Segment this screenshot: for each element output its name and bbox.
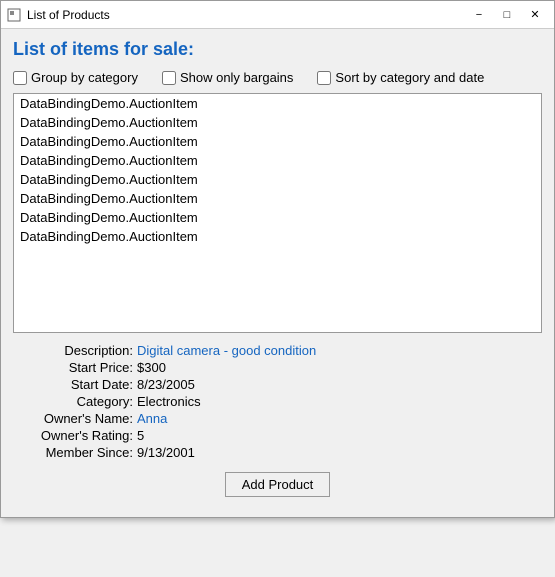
list-item[interactable]: DataBindingDemo.AuctionItem <box>14 94 541 113</box>
owner-name-label: Owner's Name: <box>23 411 133 426</box>
window-controls: − □ ✕ <box>466 5 548 25</box>
titlebar: List of Products − □ ✕ <box>1 1 554 29</box>
show-only-bargains-item[interactable]: Show only bargains <box>162 70 293 85</box>
owner-name-value: Anna <box>137 411 542 426</box>
group-by-category-item[interactable]: Group by category <box>13 70 138 85</box>
start-date-label: Start Date: <box>23 377 133 392</box>
start-date-value: 8/23/2005 <box>137 377 542 392</box>
list-item[interactable]: DataBindingDemo.AuctionItem <box>14 151 541 170</box>
products-list[interactable]: DataBindingDemo.AuctionItemDataBindingDe… <box>13 93 542 333</box>
owner-rating-value: 5 <box>137 428 542 443</box>
details-section: Description: Digital camera - good condi… <box>13 343 542 460</box>
member-since-label: Member Since: <box>23 445 133 460</box>
group-by-category-checkbox[interactable] <box>13 71 27 85</box>
list-item[interactable]: DataBindingDemo.AuctionItem <box>14 189 541 208</box>
list-item[interactable]: DataBindingDemo.AuctionItem <box>14 132 541 151</box>
category-label: Category: <box>23 394 133 409</box>
app-icon <box>7 8 21 22</box>
list-item[interactable]: DataBindingDemo.AuctionItem <box>14 113 541 132</box>
page-heading: List of items for sale: <box>13 39 542 60</box>
sort-by-category-checkbox[interactable] <box>317 71 331 85</box>
close-button[interactable]: ✕ <box>522 5 548 25</box>
main-window: List of Products − □ ✕ List of items for… <box>0 0 555 518</box>
start-price-label: Start Price: <box>23 360 133 375</box>
list-item[interactable]: DataBindingDemo.AuctionItem <box>14 208 541 227</box>
member-since-value: 9/13/2001 <box>137 445 542 460</box>
checkboxes-row: Group by category Show only bargains Sor… <box>13 70 542 85</box>
category-value: Electronics <box>137 394 542 409</box>
list-item[interactable]: DataBindingDemo.AuctionItem <box>14 170 541 189</box>
window-title: List of Products <box>27 8 466 22</box>
show-only-bargains-label: Show only bargains <box>180 70 293 85</box>
group-by-category-label: Group by category <box>31 70 138 85</box>
description-label: Description: <box>23 343 133 358</box>
list-item[interactable]: DataBindingDemo.AuctionItem <box>14 227 541 246</box>
window-content: List of items for sale: Group by categor… <box>1 29 554 517</box>
minimize-button[interactable]: − <box>466 5 492 25</box>
description-value: Digital camera - good condition <box>137 343 542 358</box>
sort-by-category-item[interactable]: Sort by category and date <box>317 70 484 85</box>
button-row: Add Product <box>13 472 542 507</box>
show-only-bargains-checkbox[interactable] <box>162 71 176 85</box>
sort-by-category-label: Sort by category and date <box>335 70 484 85</box>
owner-rating-label: Owner's Rating: <box>23 428 133 443</box>
add-product-button[interactable]: Add Product <box>225 472 331 497</box>
start-price-value: $300 <box>137 360 542 375</box>
maximize-button[interactable]: □ <box>494 5 520 25</box>
